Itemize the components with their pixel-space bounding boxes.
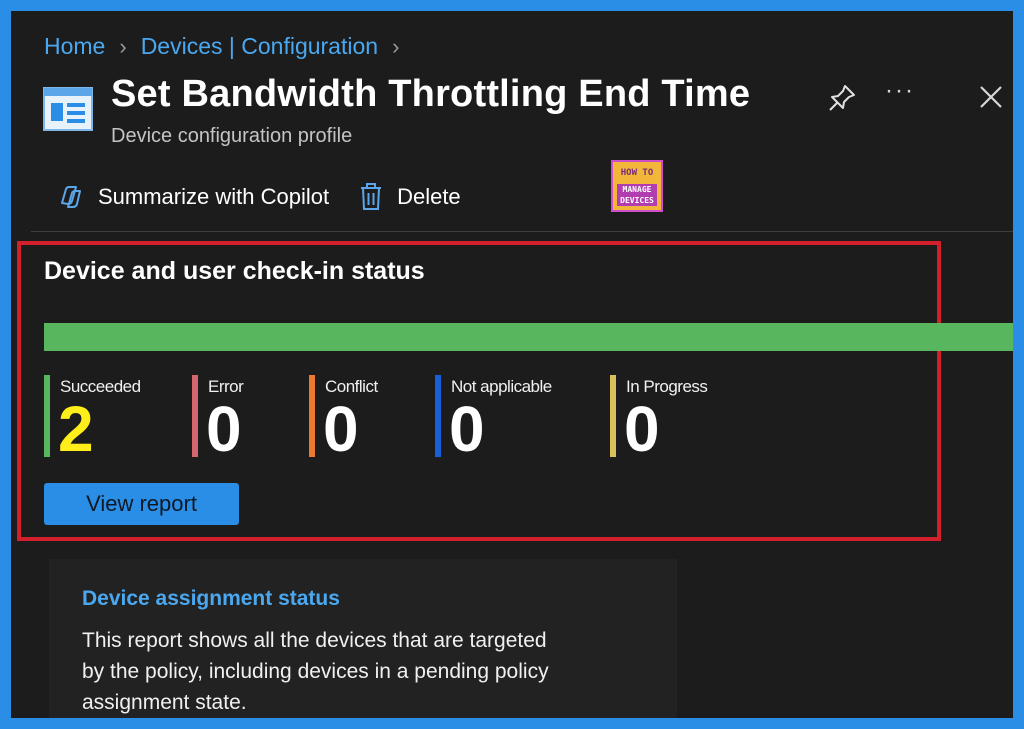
- delete-button[interactable]: Delete: [359, 183, 461, 211]
- device-assignment-card: Device assignment status This report sho…: [49, 559, 677, 718]
- status-conflict-count: 0: [323, 393, 359, 465]
- app-frame: Home › Devices | Configuration › Set Ban…: [11, 11, 1013, 718]
- breadcrumb-devices-configuration[interactable]: Devices | Configuration: [141, 33, 378, 60]
- logo-text-devices: DEVICES: [620, 196, 654, 205]
- device-assignment-title-link[interactable]: Device assignment status: [82, 587, 340, 611]
- summarize-copilot-label: Summarize with Copilot: [98, 184, 330, 209]
- status-conflict-color-bar: [309, 375, 315, 457]
- chevron-right-icon: ›: [392, 33, 400, 59]
- copilot-icon: [61, 186, 81, 208]
- status-succeeded-color-bar: [44, 375, 50, 457]
- status-in-progress-count: 0: [624, 393, 660, 465]
- status-error-count: 0: [206, 393, 242, 465]
- toolbar-divider: [31, 231, 1013, 232]
- status-error-color-bar: [192, 375, 198, 457]
- status-succeeded-count: 2: [58, 393, 94, 465]
- logo-text-manage-devices: MANAGE DEVICES: [617, 184, 657, 206]
- command-toolbar: Summarize with Copilot Delete: [56, 183, 491, 211]
- chevron-right-icon: ›: [119, 33, 127, 59]
- pin-icon[interactable]: [827, 83, 857, 113]
- configuration-profile-icon: [43, 87, 93, 131]
- more-options-icon[interactable]: ···: [885, 77, 915, 105]
- checkin-status-title: Device and user check-in status: [44, 257, 425, 285]
- page-title: Set Bandwidth Throttling End Time: [111, 73, 751, 115]
- status-not-applicable-count: 0: [449, 393, 485, 465]
- logo-text-howto: HOW TO: [620, 168, 654, 178]
- trash-icon: [361, 183, 382, 210]
- status-in-progress-color-bar: [610, 375, 616, 457]
- breadcrumb-home[interactable]: Home: [44, 33, 105, 60]
- checkin-progress-bar: [44, 323, 1013, 351]
- summarize-copilot-button[interactable]: Summarize with Copilot: [56, 183, 329, 211]
- page-subtitle: Device configuration profile: [111, 125, 353, 147]
- checkin-progress-fill: [44, 323, 1013, 351]
- device-assignment-description: This report shows all the devices that a…: [82, 629, 549, 714]
- delete-label: Delete: [397, 184, 461, 209]
- status-not-applicable-color-bar: [435, 375, 441, 457]
- view-report-button[interactable]: View report: [44, 483, 239, 525]
- close-icon[interactable]: [977, 83, 1005, 111]
- logo-text-manage: MANAGE: [622, 185, 652, 194]
- howto-manage-devices-logo: HOW TO MANAGE DEVICES: [611, 160, 663, 212]
- breadcrumb: Home › Devices | Configuration ›: [44, 33, 413, 60]
